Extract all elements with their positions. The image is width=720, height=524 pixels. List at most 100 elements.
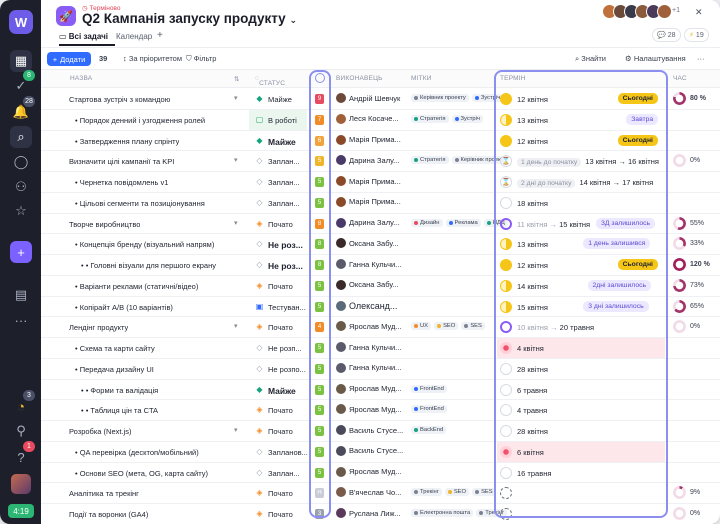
due-status-badge[interactable]: 3Д залишилось: [596, 217, 656, 229]
table-row[interactable]: Аналітика та трекінг ◈ Почато H В'ячеслав Чо…: [41, 483, 720, 504]
chat-icon[interactable]: ◯: [10, 151, 32, 173]
status-label[interactable]: Почато: [268, 489, 293, 498]
close-icon[interactable]: ✕: [695, 7, 703, 18]
empty-date-icon[interactable]: [500, 466, 512, 479]
status-label[interactable]: Заплан...: [268, 199, 300, 208]
status-icon[interactable]: ◈: [255, 509, 264, 518]
table-row[interactable]: • • Форми та валідація ◆ Майже 5 Ярослав Муд…: [41, 380, 720, 401]
assignee[interactable]: Дарина Залу...: [336, 217, 399, 228]
sun-icon[interactable]: [500, 134, 512, 147]
time-progress-ring[interactable]: [673, 154, 686, 168]
add-tab-button[interactable]: +: [157, 30, 163, 41]
priority-badge[interactable]: 5: [315, 177, 324, 187]
table-row[interactable]: • • Таблиця цін та CTA ◈ Почато 5 Ярослав Му…: [41, 400, 720, 421]
status-icon[interactable]: ◆: [255, 94, 264, 103]
priority-badge[interactable]: 5: [315, 467, 324, 478]
more-options-button[interactable]: ···: [697, 54, 705, 63]
task-name[interactable]: Аналітика та трекінг: [69, 489, 139, 498]
tag-chip[interactable]: Трекінг: [411, 488, 442, 497]
create-plus-icon[interactable]: +: [10, 241, 32, 263]
due-status-badge[interactable]: Сьогодні: [617, 134, 658, 146]
timer-icon[interactable]: ◔ 3: [10, 390, 35, 417]
due-date[interactable]: 12 квітня: [517, 261, 548, 270]
half-moon-icon[interactable]: [500, 113, 512, 126]
task-name[interactable]: • Варіанти реклами (статичні/відео): [75, 282, 198, 291]
status-icon[interactable]: ◇: [255, 468, 264, 477]
status-icon[interactable]: ◇: [255, 343, 264, 352]
status-icon[interactable]: ◇: [255, 198, 264, 207]
task-name[interactable]: Події та воронки (GA4): [69, 510, 148, 519]
due-date[interactable]: 13 квітня: [517, 116, 548, 125]
table-row[interactable]: • Чернетка повідомлень v1 ◇ Заплан... 5 Марі…: [41, 172, 720, 193]
status-label[interactable]: Почато: [268, 323, 293, 332]
status-label[interactable]: Майже: [268, 95, 292, 104]
priority-column-icon[interactable]: [315, 73, 325, 83]
half-moon-icon[interactable]: [500, 279, 512, 292]
table-row[interactable]: Стартова зустріч з командою ▾ ◆ Майже 9 Андрі…: [41, 89, 720, 110]
assignee[interactable]: Леся Косаче...: [336, 113, 399, 124]
help-icon[interactable]: ? 1: [10, 441, 35, 468]
assignee[interactable]: Дарина Залу...: [336, 155, 399, 166]
col-assignee[interactable]: ВИКОНАВЕЦЬ: [336, 75, 383, 82]
assignee[interactable]: Марія Прима...: [336, 176, 401, 186]
status-icon[interactable]: ◆: [255, 385, 264, 394]
task-name[interactable]: Розробка (Next.js): [69, 427, 131, 436]
status-label[interactable]: Не роз...: [268, 240, 303, 250]
table-icon[interactable]: ▤: [10, 284, 32, 306]
status-label[interactable]: Заплан...: [268, 469, 300, 478]
due-status-badge[interactable]: 2дні залишилось: [587, 279, 652, 291]
assignee[interactable]: Ганна Кульчи...: [336, 259, 401, 269]
status-label[interactable]: Заплан...: [268, 157, 300, 166]
task-name[interactable]: • Чернетка повідомлень v1: [75, 178, 168, 187]
filter-button[interactable]: ⛉ Фільтр: [186, 54, 216, 64]
col-tags[interactable]: МІТКИ: [411, 75, 432, 82]
overdue-dot-icon[interactable]: [500, 445, 512, 458]
comments-button[interactable]: 💬 28: [652, 28, 681, 42]
no-date-icon[interactable]: [500, 508, 512, 520]
tag-chip[interactable]: Керівник проекту: [411, 94, 469, 102]
task-name[interactable]: • Затвердження плану спрінту: [75, 137, 179, 146]
table-row[interactable]: • Варіанти реклами (статичні/відео) ◈ Поча…: [41, 276, 720, 297]
task-name[interactable]: • Порядок денний і узгодження ролей: [75, 116, 205, 125]
sun-icon[interactable]: [500, 93, 512, 105]
priority-badge[interactable]: 9: [315, 94, 324, 104]
expand-chevron-icon[interactable]: ▾: [234, 426, 238, 434]
automations-button[interactable]: ⚡ 19: [684, 28, 709, 42]
task-name[interactable]: • • Форми та валідація: [81, 386, 158, 395]
assignee[interactable]: Олександ...: [336, 300, 397, 311]
assignee[interactable]: Ярослав Муд...: [336, 383, 402, 394]
expand-chevron-icon[interactable]: ▾: [234, 322, 238, 330]
project-title[interactable]: Q2 Кампанія запуску продукту ⌄: [82, 11, 297, 26]
table-row[interactable]: • Затвердження плану спрінту ◆ Майже 6 Марія…: [41, 131, 720, 152]
assignee[interactable]: Ярослав Муд...: [336, 466, 402, 477]
task-name[interactable]: • Основи SEO (мета, OG, карта сайту): [75, 469, 208, 478]
priority-badge[interactable]: 4: [315, 322, 324, 333]
status-label[interactable]: Заплан...: [268, 178, 300, 187]
half-moon-icon[interactable]: [500, 300, 512, 313]
priority-badge[interactable]: 5: [315, 197, 324, 208]
time-progress-ring[interactable]: [673, 486, 686, 500]
status-label[interactable]: Запланов...: [268, 448, 308, 457]
table-row[interactable]: Визначити цілі кампанії та KPI ▾ ◇ Заплан..…: [41, 151, 720, 172]
task-name[interactable]: • Цільові сегменти та позиціонування: [75, 199, 205, 208]
table-row[interactable]: • Порядок денний і узгодження ролей ▢ В ро…: [41, 109, 720, 131]
col-due[interactable]: ТЕРМІН: [500, 75, 526, 82]
assignee[interactable]: Оксана Забу...: [336, 279, 399, 290]
due-date[interactable]: 16 травня: [517, 469, 551, 478]
table-row[interactable]: Події та воронки (GA4) ◈ Почато 3 Руслана Ли…: [41, 504, 720, 524]
tasks-check-icon[interactable]: ✓ 8: [10, 70, 35, 97]
status-label[interactable]: Не розпо...: [268, 365, 306, 374]
more-members-count[interactable]: +1: [672, 7, 680, 14]
task-name[interactable]: • Схема та карти сайту: [75, 344, 155, 353]
member-avatars[interactable]: [602, 4, 672, 20]
table-row[interactable]: Творче виробництво ▾ ◈ Почато 8 Дарина Залу..…: [41, 214, 720, 235]
priority-badge[interactable]: 5: [315, 426, 324, 436]
empty-date-icon[interactable]: [500, 404, 512, 417]
table-row[interactable]: Лендінг продукту ▾ ◈ Почато 4 Ярослав Муд... U…: [41, 317, 720, 338]
assignee[interactable]: В'ячеслав Чо...: [336, 487, 401, 498]
due-date[interactable]: 15 квітня: [517, 303, 548, 312]
tag-chip[interactable]: Реклама: [445, 218, 481, 227]
home-grid-icon[interactable]: ▦: [10, 50, 32, 72]
hourglass-icon[interactable]: ⌛: [500, 176, 512, 188]
status-icon[interactable]: ◇: [255, 447, 264, 456]
